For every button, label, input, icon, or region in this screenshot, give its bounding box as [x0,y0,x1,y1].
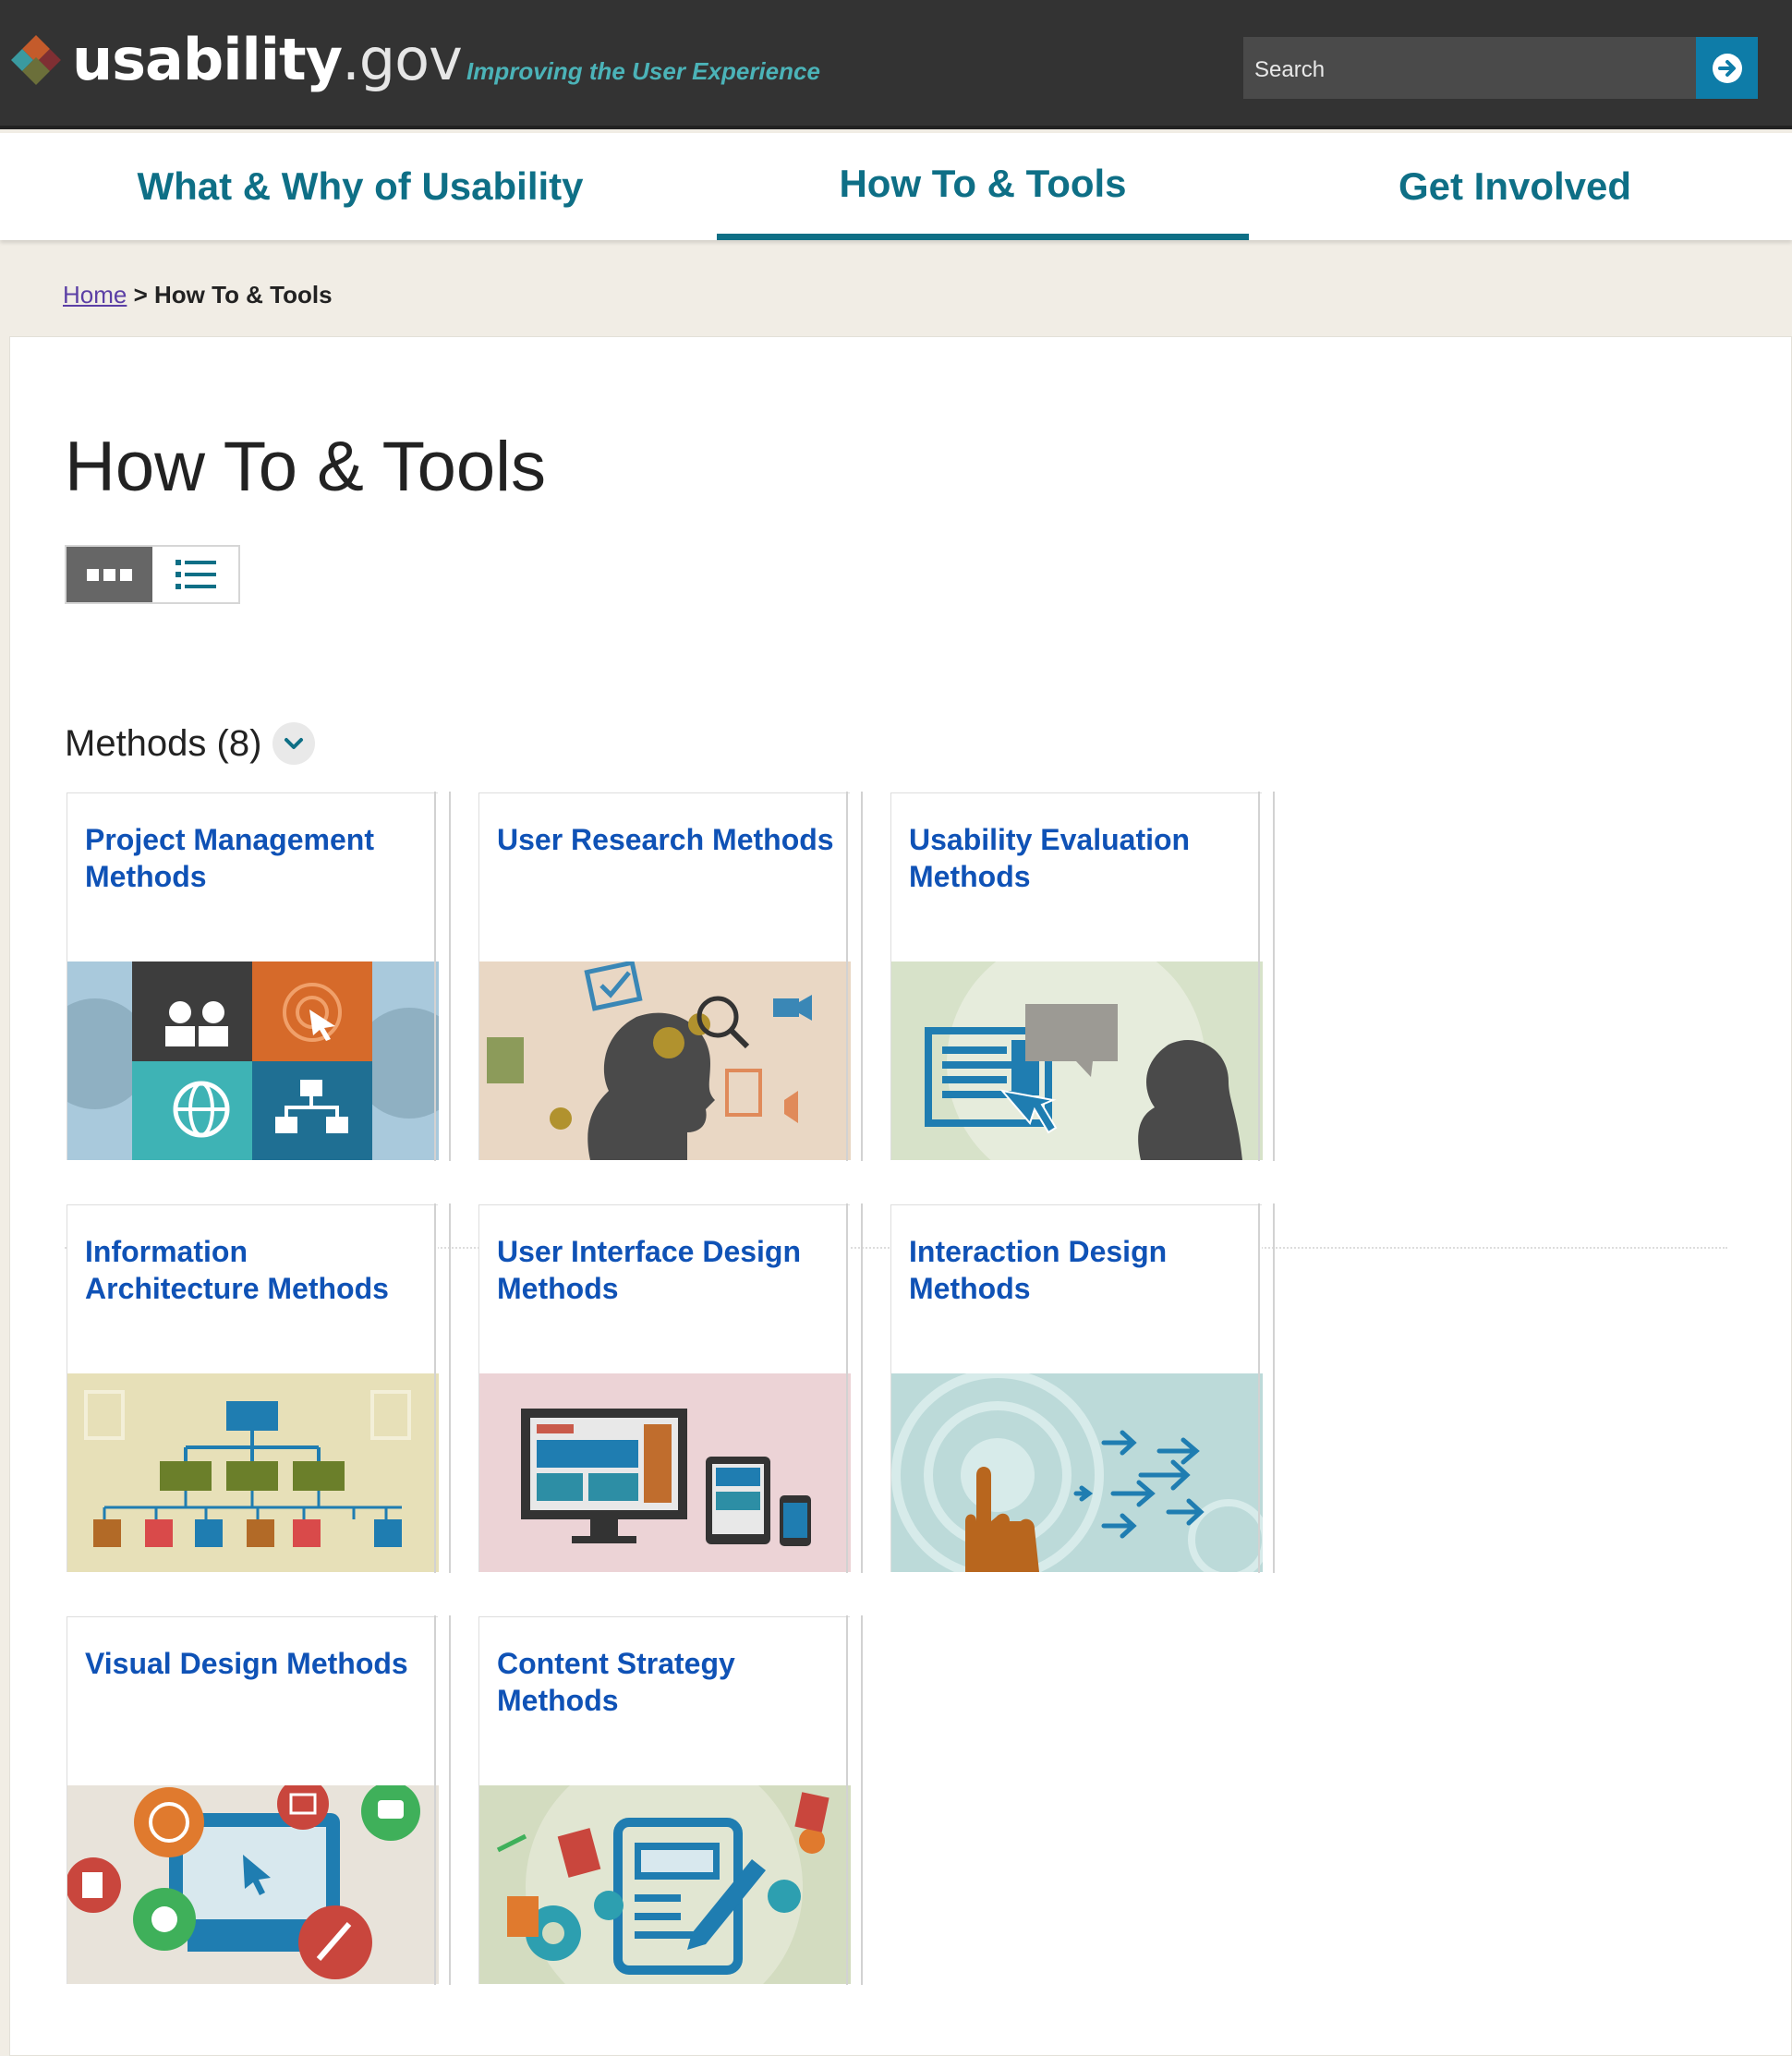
site-tagline: Improving the User Experience [466,57,820,85]
card-title-link[interactable]: User Research Methods [497,821,839,858]
logo-diamond-icon [11,35,61,85]
card-title-link[interactable]: Interaction Design Methods [909,1233,1251,1307]
grid-icon-dot [103,568,115,581]
list-icon [175,560,216,589]
grid-icon [87,568,99,581]
nav-item-how-to-tools[interactable]: How To & Tools [717,133,1249,240]
method-card[interactable]: Usability Evaluation Methods [890,792,1275,1161]
method-card[interactable]: User Interface Design Methods [478,1203,863,1573]
section-toggle-button[interactable] [272,722,316,765]
arrow-right-circle-icon [1712,53,1742,83]
project-management-illustration [67,961,439,1160]
site-header: usability.gov Improving the User Experie… [0,0,1792,129]
page-title: How To & Tools [65,428,547,506]
content-strategy-illustration [479,1785,851,1984]
nav-item-what-why[interactable]: What & Why of Usability [94,133,626,240]
card-title-link[interactable]: User Interface Design Methods [497,1233,839,1307]
nav-item-get-involved[interactable]: Get Involved [1249,133,1781,240]
method-card[interactable]: Content Strategy Methods [478,1615,863,1985]
usability-evaluation-illustration [891,961,1263,1160]
method-card[interactable]: Information Architecture Methods [67,1203,451,1573]
breadcrumb-current: How To & Tools [154,281,333,308]
methods-section-header: Methods (8) [65,722,316,765]
card-title-link[interactable]: Information Architecture Methods [85,1233,427,1307]
interaction-design-illustration [891,1373,1263,1572]
information-architecture-illustration [67,1373,439,1572]
chevron-down-icon [285,738,304,749]
user-research-illustration [479,961,851,1160]
card-title-link[interactable]: Content Strategy Methods [497,1645,839,1719]
method-card[interactable]: Visual Design Methods [67,1615,451,1985]
breadcrumb-separator: > [133,281,148,308]
grid-view-button[interactable] [67,547,152,602]
site-logo[interactable]: usability.gov [7,26,463,93]
breadcrumb-home-link[interactable]: Home [63,281,127,308]
search-submit-button[interactable] [1696,37,1758,99]
breadcrumb: Home > How To & Tools [63,281,333,309]
card-title-link[interactable]: Visual Design Methods [85,1645,427,1682]
view-toggle [65,545,240,604]
section-title: Methods (8) [65,722,262,764]
grid-icon-dot [120,568,132,581]
method-card[interactable]: User Research Methods [478,792,863,1161]
card-title-link[interactable]: Usability Evaluation Methods [909,821,1251,895]
method-card[interactable]: Interaction Design Methods [890,1203,1275,1573]
search-input[interactable]: Search [1243,37,1696,99]
main-nav: What & Why of Usability How To & Tools G… [0,133,1792,240]
card-title-link[interactable]: Project Management Methods [85,821,427,895]
visual-design-illustration [67,1785,439,1984]
list-view-button[interactable] [152,547,238,602]
method-card[interactable]: Project Management Methods [67,792,451,1161]
logo-text: usability.gov [72,26,463,93]
user-interface-design-illustration [479,1373,851,1572]
